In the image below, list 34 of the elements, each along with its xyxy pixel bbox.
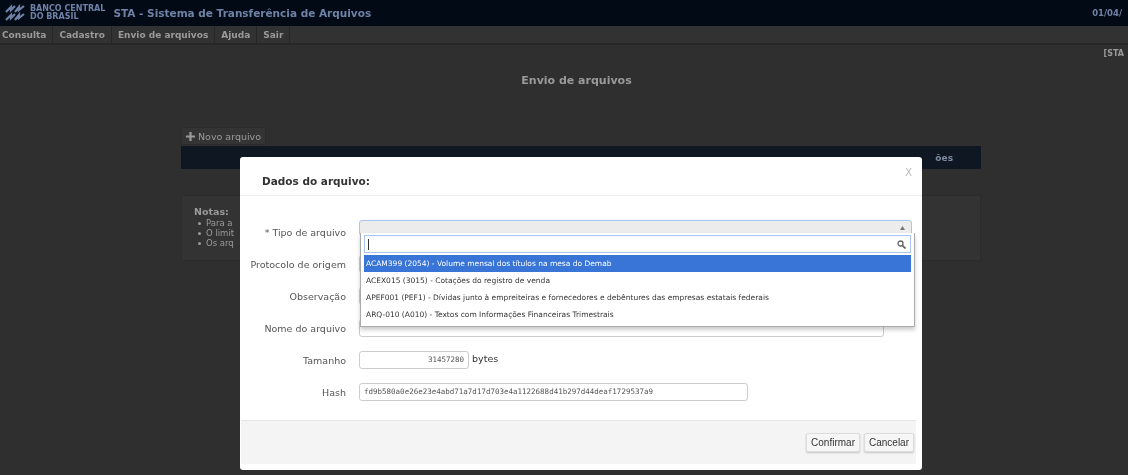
field-label: Observação bbox=[288, 290, 346, 302]
bullet-icon bbox=[198, 231, 201, 235]
menu-item[interactable]: Envio de arquivos bbox=[111, 26, 216, 43]
dialog-button[interactable]: Cancelar bbox=[863, 433, 914, 452]
user-tag: [STA bbox=[1103, 45, 1124, 59]
search-icon bbox=[897, 239, 906, 249]
note-text: O limit bbox=[206, 228, 235, 238]
bullet-icon bbox=[198, 241, 201, 245]
menu-item[interactable]: Sair bbox=[257, 26, 291, 43]
field-label: Protocolo de origem bbox=[249, 258, 346, 270]
logo-icon bbox=[4, 4, 26, 22]
field-label: Nome do arquivo bbox=[263, 322, 346, 334]
notes-title: Notas: bbox=[194, 206, 230, 217]
column-header: ões bbox=[935, 152, 953, 163]
bullet-icon bbox=[198, 221, 201, 225]
logo-text: BANCO CENTRAL DO BRASIL bbox=[30, 5, 106, 21]
note-text: Os arq bbox=[206, 238, 234, 248]
caret-icon bbox=[900, 226, 905, 230]
menu-item[interactable]: Cadastro bbox=[53, 26, 112, 43]
dialog-button[interactable]: Confirmar bbox=[806, 433, 860, 452]
field-label: Tamanho bbox=[302, 354, 346, 366]
search-field[interactable] bbox=[364, 235, 911, 253]
date-text: 01/04/ bbox=[1092, 8, 1122, 18]
app-title: STA - Sistema de Transferência de Arquivos bbox=[113, 7, 372, 19]
dialog-title: Dados do arquivo: bbox=[262, 175, 370, 187]
page-heading: Envio de arquivos bbox=[520, 74, 633, 87]
new-file-button[interactable]: Novo arquivo bbox=[181, 127, 267, 145]
field-label: * Tipo de arquivo bbox=[263, 226, 346, 238]
plus-icon bbox=[186, 131, 195, 141]
menu-item[interactable]: Consulta bbox=[0, 26, 54, 43]
field-label: Hash bbox=[321, 386, 346, 398]
unit-text: bytes bbox=[472, 353, 499, 364]
menu-item[interactable]: Ajuda bbox=[215, 26, 258, 43]
note-text: Para a bbox=[206, 218, 233, 228]
